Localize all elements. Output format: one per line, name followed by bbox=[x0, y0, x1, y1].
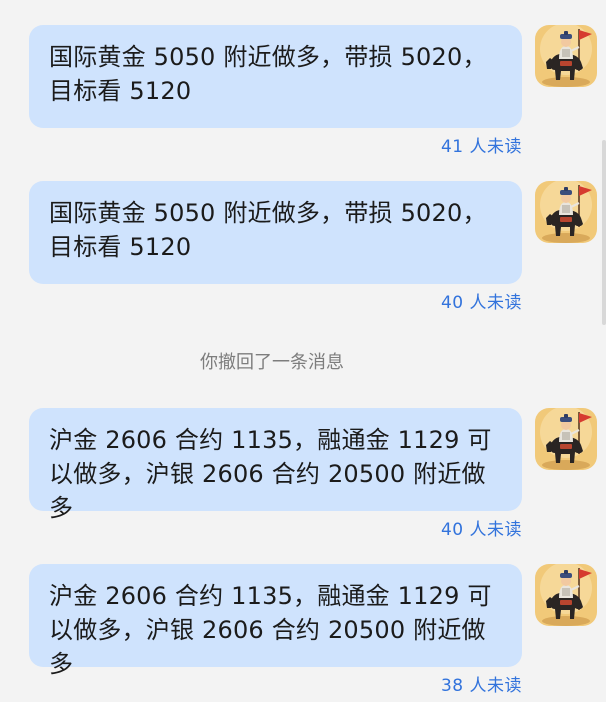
horse-rider-avatar-icon bbox=[535, 408, 597, 470]
message-bubble[interactable]: 国际黄金 5050 附近做多，带损 5020，目标看 5120 bbox=[29, 181, 522, 284]
horse-rider-avatar-icon bbox=[535, 181, 597, 243]
message-bubble[interactable]: 沪金 2606 合约 1135，融通金 1129 可以做多，沪银 2606 合约… bbox=[29, 408, 522, 522]
read-status[interactable]: 41 人未读 bbox=[441, 137, 522, 157]
horse-rider-avatar-icon bbox=[535, 564, 597, 626]
message-bubble[interactable]: 沪金 2606 合约 1135，融通金 1129 可以做多，沪银 2606 合约… bbox=[29, 564, 522, 678]
message-text: 沪金 2606 合约 1135，融通金 1129 可以做多，沪银 2606 合约… bbox=[49, 426, 492, 522]
avatar[interactable] bbox=[535, 181, 597, 243]
horse-rider-avatar-icon bbox=[535, 25, 597, 87]
scrollbar[interactable] bbox=[602, 140, 606, 325]
message-text: 国际黄金 5050 附近做多，带损 5020，目标看 5120 bbox=[49, 199, 487, 261]
avatar[interactable] bbox=[535, 564, 597, 626]
read-status[interactable]: 40 人未读 bbox=[441, 293, 522, 313]
message-text: 国际黄金 5050 附近做多，带损 5020，目标看 5120 bbox=[49, 43, 487, 105]
avatar[interactable] bbox=[535, 408, 597, 470]
message-text: 沪金 2606 合约 1135，融通金 1129 可以做多，沪银 2606 合约… bbox=[49, 582, 492, 678]
avatar[interactable] bbox=[535, 25, 597, 87]
message-bubble[interactable]: 国际黄金 5050 附近做多，带损 5020，目标看 5120 bbox=[29, 25, 522, 128]
read-status[interactable]: 40 人未读 bbox=[441, 520, 522, 540]
recall-notice: 你撤回了一条消息 bbox=[200, 352, 344, 373]
read-status[interactable]: 38 人未读 bbox=[441, 676, 522, 696]
